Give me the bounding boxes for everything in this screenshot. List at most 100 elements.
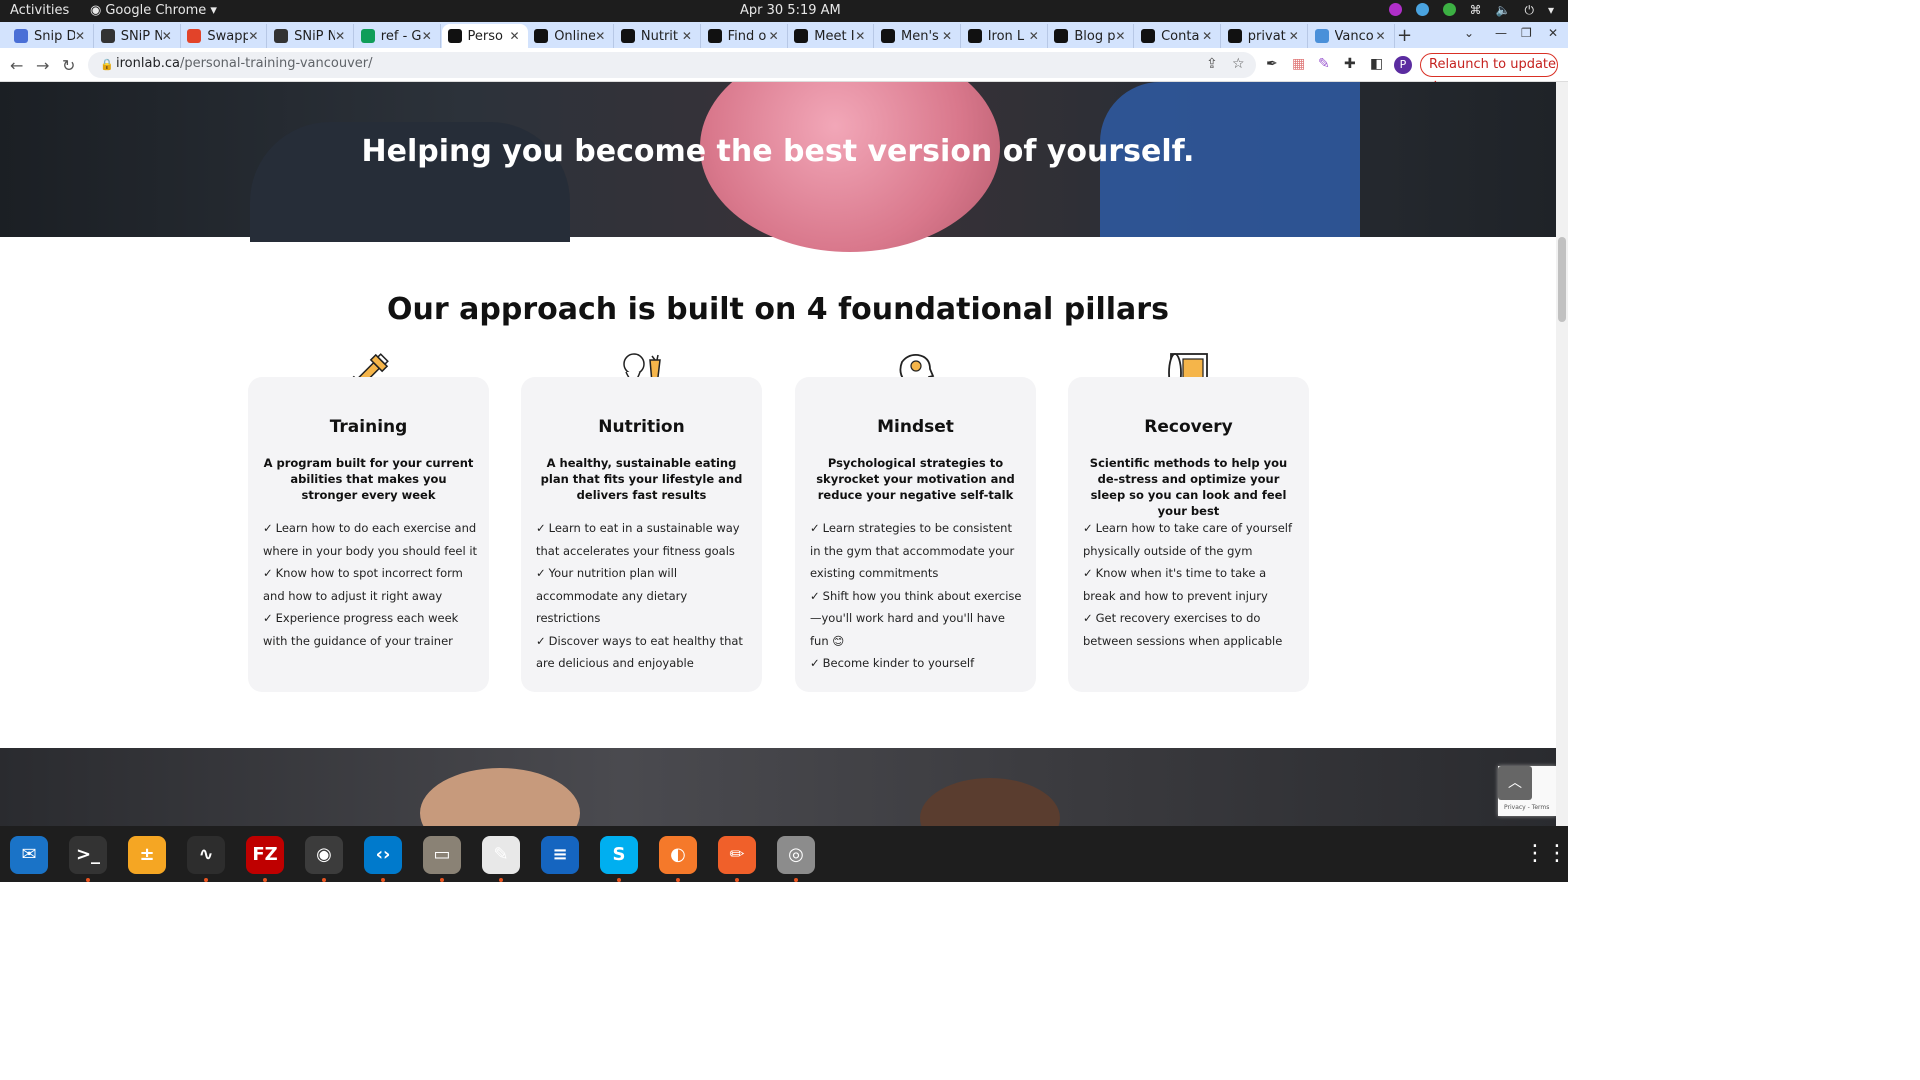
page-scrollbar[interactable] (1556, 82, 1568, 826)
minimize-button[interactable]: — (1495, 26, 1507, 40)
pillars-title: Our approach is built on 4 foundational … (387, 292, 1169, 327)
browser-tab[interactable]: Nutrit ✕ (615, 24, 701, 48)
lock-icon[interactable]: 🔒 (100, 58, 114, 71)
bookmark-star-icon[interactable]: ☆ (1232, 56, 1245, 72)
tab-close-icon[interactable]: ✕ (595, 29, 609, 43)
address-bar[interactable]: 🔒 ironlab.ca/personal-training-vancouver… (88, 52, 1256, 78)
network-icon[interactable]: ⌘ (1470, 3, 1482, 18)
vscode-icon[interactable]: ‹› (364, 836, 402, 882)
power-icon[interactable]: ⏻ (1524, 3, 1534, 18)
tab-close-icon[interactable]: ✕ (75, 29, 89, 43)
browser-tab[interactable]: Meet I ✕ (788, 24, 875, 48)
tab-close-icon[interactable]: ✕ (1202, 29, 1216, 43)
browser-tab[interactable]: Men's ✕ (875, 24, 961, 48)
favicon-icon (187, 29, 202, 43)
tab-close-icon[interactable]: ✕ (1029, 29, 1043, 43)
tab-close-icon[interactable]: ✕ (769, 29, 783, 43)
tab-search-icon[interactable]: ⌄ (1464, 26, 1474, 40)
recaptcha-links[interactable]: Privacy - Terms (1504, 804, 1549, 811)
tab-close-icon[interactable]: ✕ (162, 29, 176, 43)
profile-avatar[interactable]: P (1394, 56, 1412, 74)
pillar-point-text: Shift how you think about exercise—you'l… (810, 588, 1022, 648)
browser-tab[interactable]: Iron L ✕ (962, 24, 1048, 48)
browser-tab[interactable]: privat ✕ (1222, 24, 1308, 48)
browser-tab[interactable]: SNiP N ✕ (95, 24, 181, 48)
url-text[interactable]: ironlab.ca/personal-training-vancouver/ (116, 56, 373, 71)
tab-close-icon[interactable]: ✕ (1289, 29, 1303, 43)
filezilla-icon[interactable]: FZ (246, 836, 284, 882)
browser-tab[interactable]: Swapp ✕ (181, 24, 268, 48)
color-picker-icon[interactable] (1388, 3, 1402, 16)
tab-close-icon[interactable]: ✕ (942, 29, 956, 43)
browser-tab[interactable]: Online ✕ (528, 24, 615, 48)
pen-extension-icon[interactable]: ✎ (1318, 56, 1330, 72)
scroll-to-top-button[interactable]: ︿ (1498, 766, 1532, 800)
browser-tab[interactable]: Vanco ✕ (1309, 24, 1395, 48)
forward-button[interactable]: → (36, 56, 49, 75)
tab-title: Conta (1161, 28, 1200, 44)
checkmark-icon: ✓ (1083, 521, 1093, 535)
tab-strip: Snip D ✕ SNiP N ✕ Swapp ✕ SNiP N ✕ ref - G ✕ Perso… (0, 22, 1568, 48)
new-tab-button[interactable]: + (1397, 25, 1412, 46)
maximize-button[interactable]: ❐ (1521, 26, 1532, 40)
caret-down-icon[interactable]: ▾ (1548, 3, 1554, 18)
volume-icon[interactable]: 🔈 (1496, 3, 1511, 18)
show-apps-grid-icon[interactable]: ⋮⋮⋮ (1524, 840, 1590, 868)
share-icon[interactable]: ⇪ (1206, 56, 1218, 72)
tab-close-icon[interactable]: ✕ (422, 29, 436, 43)
favicon-icon (360, 29, 375, 43)
text-editor-icon[interactable]: ✎ (482, 836, 520, 882)
browser-tab[interactable]: Conta ✕ (1135, 24, 1222, 48)
calculator-icon[interactable]: ± (128, 836, 166, 874)
scrollbar-thumb[interactable] (1558, 237, 1566, 322)
tab-close-icon[interactable]: ✕ (682, 29, 696, 43)
disk-icon[interactable]: ◎ (777, 836, 815, 882)
pillar-title: Training (329, 417, 408, 437)
check-icon[interactable] (1442, 3, 1456, 16)
tab-close-icon[interactable]: ✕ (1115, 29, 1129, 43)
side-panel-icon[interactable]: ◧ (1370, 56, 1383, 72)
terminal-icon[interactable]: >_ (69, 836, 107, 882)
toolbar: ← → ↻ 🔒 ironlab.ca/personal-training-van… (0, 48, 1568, 94)
eyedropper-extension-icon[interactable]: ✒ (1266, 56, 1278, 72)
clock[interactable]: Apr 30 5:19 AM (740, 3, 841, 18)
browser-tab[interactable]: Snip D ✕ (8, 24, 94, 48)
system-tray[interactable]: ⌘ 🔈 ⏻ ▾ (1388, 3, 1554, 18)
hero-heading: Helping you become the best version of y… (361, 134, 1195, 169)
favicon-icon (794, 29, 809, 43)
relaunch-button[interactable]: Relaunch to update ⋮ (1420, 53, 1558, 94)
browser-tab[interactable]: Find o ✕ (702, 24, 788, 48)
sync-icon[interactable] (1415, 3, 1429, 16)
system-monitor-icon[interactable]: ∿ (187, 836, 225, 882)
thunderbird-icon[interactable]: ✉ (10, 836, 48, 874)
extensions-puzzle-icon[interactable]: ✚ (1344, 56, 1356, 72)
tab-close-icon[interactable]: ✕ (510, 29, 524, 43)
dock-glyph: ✎ (493, 844, 509, 865)
checkmark-icon: ✓ (263, 611, 273, 625)
calendar-extension-icon[interactable]: ▦ (1292, 56, 1305, 72)
tab-close-icon[interactable]: ✕ (248, 29, 262, 43)
activities-button[interactable]: Activities (10, 3, 69, 18)
skype-icon[interactable]: S (600, 836, 638, 882)
back-button[interactable]: ← (10, 56, 23, 75)
tab-close-icon[interactable]: ✕ (335, 29, 349, 43)
reload-button[interactable]: ↻ (62, 56, 75, 75)
browser-tab[interactable]: Blog p ✕ (1048, 24, 1135, 48)
chrome-icon[interactable]: ◉ (305, 836, 343, 882)
files-icon[interactable]: ▭ (423, 836, 461, 882)
chevron-down-icon: ▾ (210, 3, 217, 18)
running-indicator (86, 878, 90, 882)
pillar-point-text: Learn how to do each exercise and where … (263, 521, 478, 558)
close-window-button[interactable]: ✕ (1548, 26, 1558, 40)
blender-icon[interactable]: ◐ (659, 836, 697, 882)
writer-icon[interactable]: ≡ (541, 836, 579, 874)
inkscape-icon[interactable]: ✏ (718, 836, 756, 882)
browser-tab[interactable]: SNiP N ✕ (268, 24, 355, 48)
tab-close-icon[interactable]: ✕ (1376, 29, 1390, 43)
tab-title: SNiP N (120, 28, 162, 44)
browser-tab[interactable]: Perso ✕ (441, 24, 528, 48)
running-indicator (263, 878, 267, 882)
tab-close-icon[interactable]: ✕ (855, 29, 869, 43)
browser-tab[interactable]: ref - G ✕ (355, 24, 441, 48)
app-menu[interactable]: ◉ Google Chrome ▾ (90, 3, 217, 18)
